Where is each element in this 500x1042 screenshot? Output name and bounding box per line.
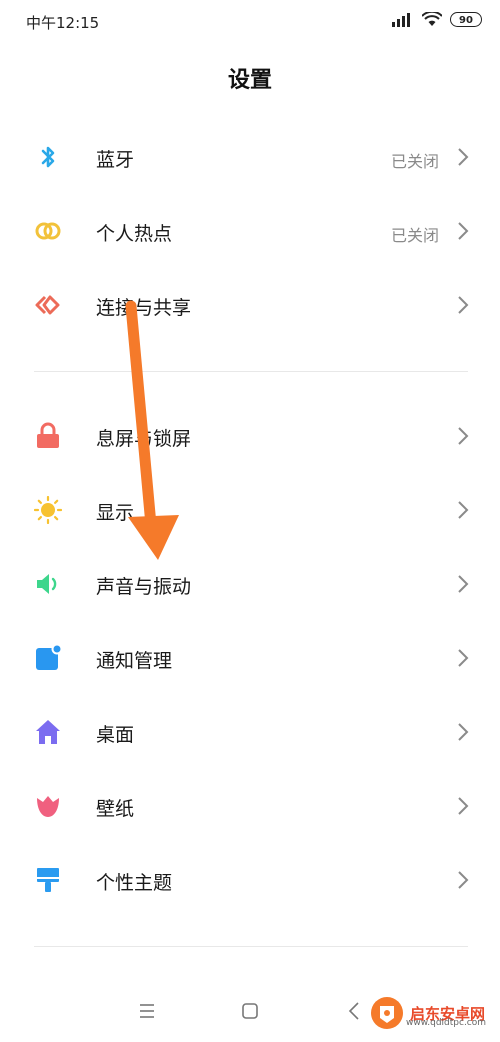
- settings-item-status: 已关闭: [390, 226, 439, 245]
- back-icon[interactable]: [342, 998, 368, 1024]
- settings-item-label: 通知管理: [96, 650, 173, 672]
- page-title: 设置: [227, 68, 272, 93]
- settings-item-home-screen[interactable]: 桌面: [0, 696, 500, 770]
- settings-item-label: 壁纸: [96, 798, 135, 820]
- battery-indicator: 90: [450, 12, 482, 27]
- settings-item-notifications[interactable]: 通知管理: [0, 622, 500, 696]
- watermark-logo-icon: [371, 997, 403, 1029]
- group-divider: [34, 371, 468, 372]
- chevron-right-icon: [458, 296, 469, 314]
- chevron-right-icon: [458, 649, 469, 667]
- chevron-right-icon: [458, 797, 469, 815]
- status-bar: 中午12:15 90: [0, 0, 500, 46]
- status-icons: 90: [392, 12, 482, 27]
- settings-item-connection-share[interactable]: 连接与共享: [0, 269, 500, 343]
- watermark: 启东安卓网 www.qdldtpc.com: [370, 996, 487, 1030]
- settings-item-lock-screen[interactable]: 息屏与锁屏: [0, 400, 500, 474]
- lock-icon: [37, 422, 59, 448]
- speaker-icon: [37, 574, 57, 594]
- chevron-right-icon: [458, 723, 469, 741]
- settings-item-sound-vibration[interactable]: 声音与振动: [0, 548, 500, 622]
- wifi-icon: [422, 12, 442, 26]
- group-divider: [34, 946, 468, 947]
- hotspot-icon: [35, 222, 61, 240]
- settings-item-wallpaper[interactable]: 壁纸: [0, 770, 500, 844]
- settings-item-label: 个性主题: [96, 872, 173, 894]
- connection-share-icon: [35, 295, 60, 315]
- bluetooth-icon: [41, 146, 55, 168]
- settings-item-label: 显示: [96, 502, 135, 524]
- chevron-right-icon: [458, 148, 469, 166]
- settings-item-status: 已关闭: [390, 152, 439, 171]
- settings-item-label: 息屏与锁屏: [96, 428, 192, 450]
- theme-brush-icon: [37, 868, 59, 892]
- chevron-right-icon: [458, 575, 469, 593]
- signal-icon: [392, 12, 410, 27]
- sun-icon: [34, 496, 62, 524]
- settings-item-label: 连接与共享: [96, 297, 192, 319]
- home-button-icon[interactable]: [237, 998, 263, 1024]
- settings-item-themes[interactable]: 个性主题: [0, 844, 500, 918]
- settings-item-label: 声音与振动: [96, 576, 192, 598]
- chevron-right-icon: [458, 427, 469, 445]
- chevron-right-icon: [458, 871, 469, 889]
- menu-icon[interactable]: [134, 998, 160, 1024]
- settings-item-hotspot[interactable]: 个人热点 已关闭: [0, 195, 500, 269]
- settings-item-label: 个人热点: [96, 223, 173, 245]
- status-time: 中午12:15: [26, 14, 100, 32]
- home-icon: [36, 720, 60, 744]
- settings-item-label: 桌面: [96, 724, 135, 746]
- chevron-right-icon: [458, 222, 469, 240]
- settings-item-bluetooth[interactable]: 蓝牙 已关闭: [0, 121, 500, 195]
- settings-item-label: 蓝牙: [96, 149, 135, 171]
- chevron-right-icon: [458, 501, 469, 519]
- settings-item-display[interactable]: 显示: [0, 474, 500, 548]
- watermark-url: www.qdldtpc.com: [406, 1018, 487, 1028]
- notification-icon: [36, 644, 62, 670]
- wallpaper-flower-icon: [37, 796, 59, 817]
